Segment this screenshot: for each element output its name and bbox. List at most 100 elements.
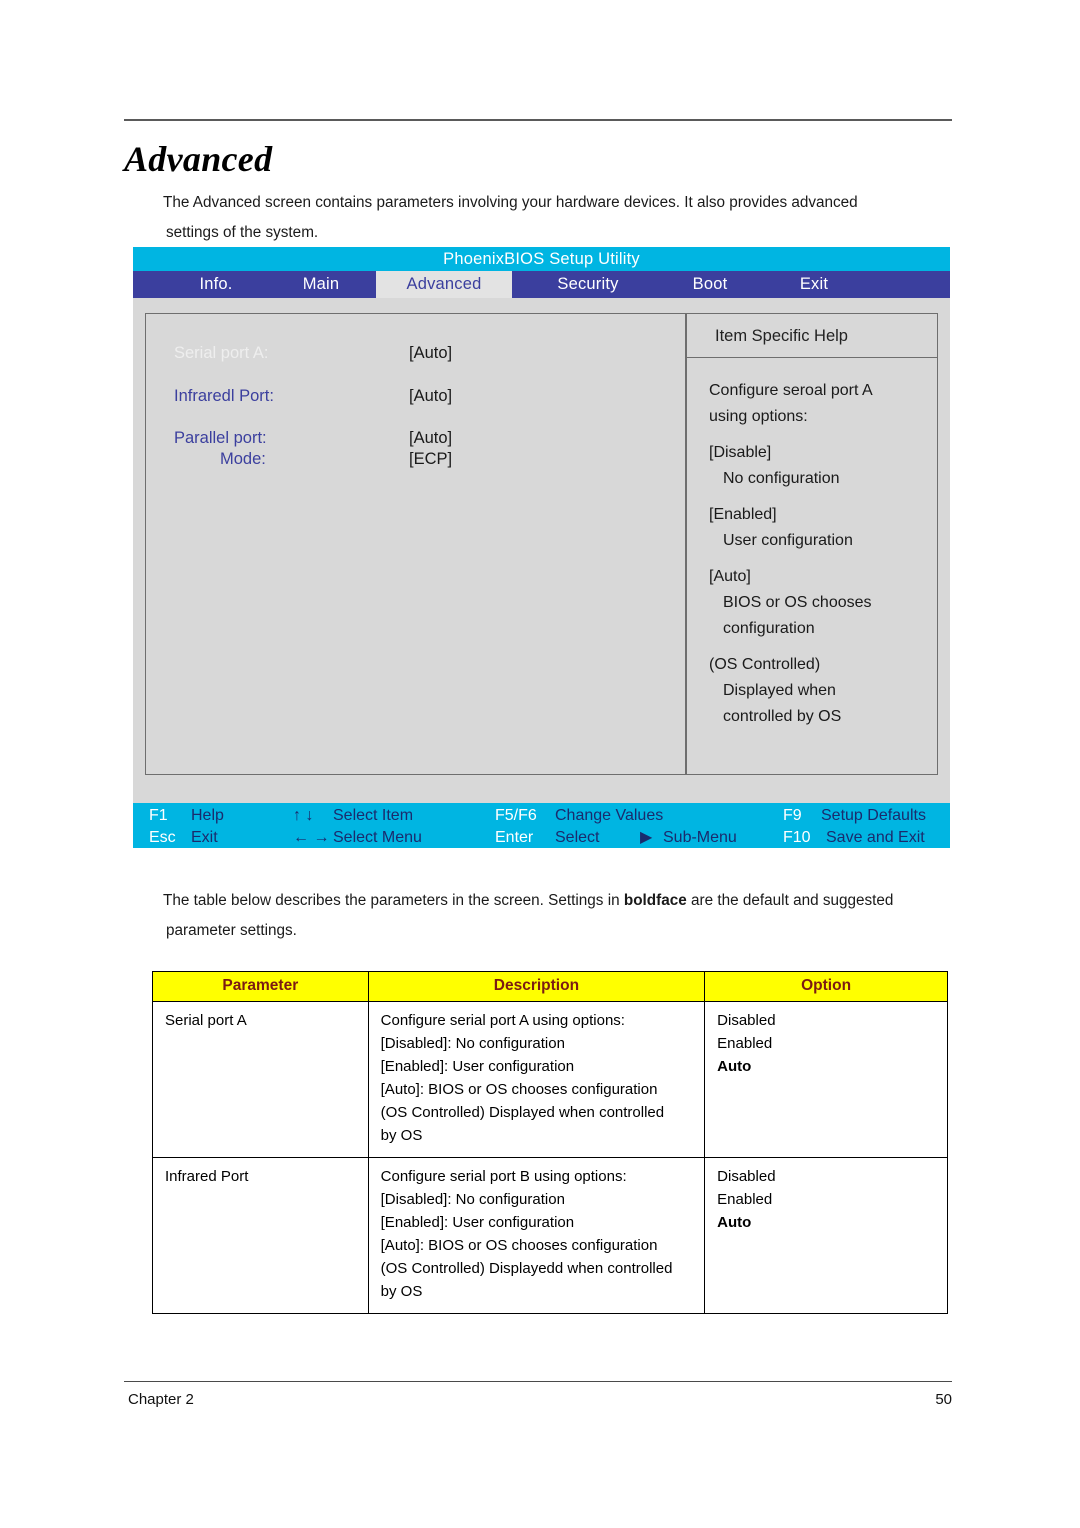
setting-label-parallel-port: Parallel port: <box>174 429 267 447</box>
column-header-parameter: Parameter <box>152 971 369 1002</box>
bios-content-area: Serial port A: [Auto] Infraredl Port: [A… <box>133 298 950 796</box>
bios-tab-bar: Info. Main Advanced Security Boot Exit <box>133 271 950 298</box>
help-item-os-controlled: (OS Controlled) Displayed when controlle… <box>709 652 927 730</box>
key-leftright: ← → <box>293 829 330 846</box>
key-enter: Enter <box>495 829 534 846</box>
tab-boot[interactable]: Boot <box>666 271 754 298</box>
document-page: Advanced The Advanced screen contains pa… <box>0 0 1080 1528</box>
bios-settings-panel: Serial port A: [Auto] Infraredl Port: [A… <box>145 313 686 775</box>
description-line: (OS Controlled) Displayedd when controll… <box>380 1260 673 1277</box>
option-value: Disabled <box>717 1012 776 1029</box>
key-esc-desc: Exit <box>191 829 218 846</box>
key-submenu-desc: Sub-Menu <box>663 829 737 846</box>
description-line: [Disabled]: No configuration <box>380 1035 565 1052</box>
help-item-disable-desc: No configuration <box>723 470 840 487</box>
description-line: (OS Controlled) Displayed when controlle… <box>380 1104 665 1121</box>
footer-rule <box>124 1381 952 1382</box>
bios-key-legend-bar: F1 Help ↑ ↓ Select Item F5/F6 Change Val… <box>133 803 950 848</box>
column-header-description: Description <box>367 971 706 1002</box>
description-line: [Enabled]: User configuration <box>380 1214 575 1231</box>
key-updown-desc: Select Item <box>333 807 414 824</box>
setting-label-mode: Mode: <box>220 450 266 468</box>
tab-exit[interactable]: Exit <box>773 271 855 298</box>
setting-label-serial-port-a: Serial port A: <box>174 344 269 362</box>
help-intro-line-2: using options: <box>709 408 808 425</box>
parameters-table: Parameter Description Option Serial port… <box>152 971 948 1314</box>
cell-parameter-serial-port-a: Serial port A <box>152 1001 369 1158</box>
setting-value-mode[interactable]: [ECP] <box>409 450 452 469</box>
help-panel-title: Item Specific Help <box>687 314 937 358</box>
key-legend-row-1: F1 Help ↑ ↓ Select Item F5/F6 Change Val… <box>133 805 950 827</box>
cell-parameter-infrared-port: Infrared Port <box>152 1157 369 1314</box>
table-header: Parameter Description Option <box>152 971 948 1002</box>
table-intro-boldface: boldface <box>623 892 687 909</box>
setting-value-parallel-port[interactable]: [Auto] <box>409 429 452 448</box>
table-intro-line-2: parameter settings. <box>166 922 297 939</box>
intro-paragraph: The Advanced screen contains parameters … <box>163 188 953 248</box>
cell-description-serial-port-a: Configure serial port A using options: [… <box>367 1001 706 1158</box>
help-item-enabled-key: [Enabled] <box>709 506 777 523</box>
item-specific-help-panel: Item Specific Help Configure seroal port… <box>686 313 938 775</box>
tab-advanced[interactable]: Advanced <box>376 271 512 298</box>
submenu-arrow-icon: ▶ <box>640 829 653 846</box>
setting-value-infrared-port[interactable]: [Auto] <box>409 387 452 406</box>
cell-option-serial-port-a: Disabled Enabled Auto <box>704 1001 948 1158</box>
help-item-auto-desc-1: BIOS or OS chooses <box>723 594 872 611</box>
key-f9-desc: Setup Defaults <box>821 807 926 824</box>
help-item-disable-key: [Disable] <box>709 444 772 461</box>
setting-label-infrared-port: Infraredl Port: <box>174 387 274 405</box>
header-rule <box>124 119 952 121</box>
help-intro: Configure seroal port A using options: <box>709 378 927 430</box>
cell-option-infrared-port: Disabled Enabled Auto <box>704 1157 948 1314</box>
help-item-auto-key: [Auto] <box>709 568 751 585</box>
table-body: Serial port A Configure serial port A us… <box>152 1001 948 1314</box>
option-value: Enabled <box>717 1035 773 1052</box>
table-header-row: Parameter Description Option <box>152 971 948 1002</box>
setting-value-serial-port-a[interactable]: [Auto] <box>409 344 452 363</box>
table-row: Infrared Port Configure serial port B us… <box>152 1157 948 1314</box>
footer-chapter: Chapter 2 <box>128 1391 194 1408</box>
description-line: [Auto]: BIOS or OS chooses configuration <box>380 1237 658 1254</box>
description-line: [Auto]: BIOS or OS chooses configuration <box>380 1081 658 1098</box>
description-line: [Enabled]: User configuration <box>380 1058 575 1075</box>
description-line: [Disabled]: No configuration <box>380 1191 565 1208</box>
bios-setup-screenshot: PhoenixBIOS Setup Utility Info. Main Adv… <box>133 247 950 848</box>
help-intro-line-1: Configure seroal port A <box>709 382 873 399</box>
key-f10: F10 <box>783 829 811 846</box>
tab-security[interactable]: Security <box>528 271 648 298</box>
column-header-option: Option <box>704 971 948 1002</box>
tab-info[interactable]: Info. <box>167 271 265 298</box>
key-f1-desc: Help <box>191 807 224 824</box>
description-line: by OS <box>380 1283 423 1300</box>
option-value: Enabled <box>717 1191 773 1208</box>
tab-main[interactable]: Main <box>273 271 369 298</box>
page-title: Advanced <box>124 139 273 179</box>
help-item-os-controlled-key: (OS Controlled) <box>709 656 821 673</box>
help-item-os-controlled-desc-2: controlled by OS <box>723 708 842 725</box>
key-leftright-desc: Select Menu <box>333 829 422 846</box>
table-row: Serial port A Configure serial port A us… <box>152 1001 948 1158</box>
intro-line-2: settings of the system. <box>166 224 319 241</box>
description-line: by OS <box>380 1127 423 1144</box>
help-item-auto: [Auto] BIOS or OS chooses configuration <box>709 564 927 642</box>
help-item-disable: [Disable] No configuration <box>709 440 927 492</box>
bios-title-bar: PhoenixBIOS Setup Utility <box>133 247 950 271</box>
cell-description-infrared-port: Configure serial port B using options: [… <box>367 1157 706 1314</box>
table-intro-paragraph: The table below describes the parameters… <box>163 886 963 946</box>
help-item-enabled-desc: User configuration <box>723 532 853 549</box>
key-legend-row-2: Esc Exit ← → Select Menu Enter Select ▶ … <box>133 827 950 849</box>
intro-line-1: The Advanced screen contains parameters … <box>163 194 858 211</box>
help-item-auto-desc-2: configuration <box>723 620 815 637</box>
help-panel-body: Configure seroal port A using options: [… <box>687 358 937 730</box>
key-f9: F9 <box>783 807 802 824</box>
option-value: Disabled <box>717 1168 776 1185</box>
option-value-default: Auto <box>717 1058 752 1075</box>
key-esc: Esc <box>149 829 176 846</box>
key-f1: F1 <box>149 807 168 824</box>
key-updown: ↑ ↓ <box>293 807 314 824</box>
footer-page-number: 50 <box>935 1391 952 1408</box>
help-item-os-controlled-desc-1: Displayed when <box>723 682 836 699</box>
description-line: Configure serial port B using options: <box>380 1168 627 1185</box>
key-f5-f6-desc: Change Values <box>555 807 664 824</box>
table-intro-text-b: are the default and suggested <box>686 892 894 909</box>
